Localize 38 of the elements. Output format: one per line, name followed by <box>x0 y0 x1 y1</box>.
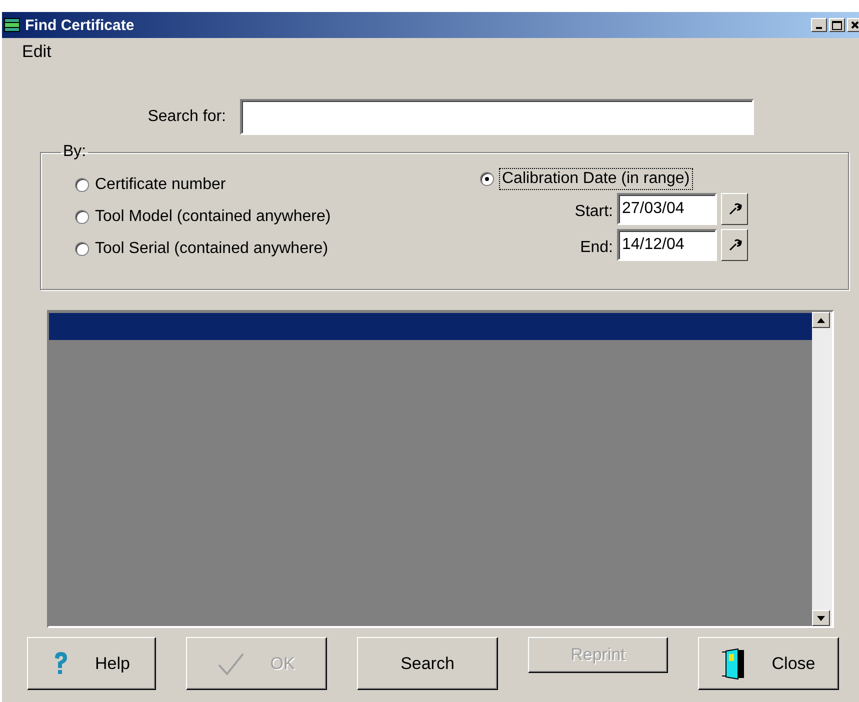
close-button[interactable] <box>847 18 859 32</box>
question-mark-icon <box>53 650 70 676</box>
wrench-icon <box>728 238 742 252</box>
picker-button[interactable] <box>721 193 748 225</box>
menu-item[interactable]: Edit <box>22 42 52 62</box>
field-label: End: <box>580 239 613 257</box>
close-button[interactable]: Close <box>698 637 839 690</box>
wrench-icon <box>728 202 742 216</box>
radio-label[interactable]: Calibration Date (in range) <box>500 169 692 189</box>
date-field[interactable]: 27/03/04 <box>617 193 717 225</box>
down-arrow-icon <box>817 616 825 620</box>
close-icon <box>851 21 859 29</box>
maximize-icon <box>832 20 842 30</box>
radio-label[interactable]: Certificate number <box>95 176 226 194</box>
scrollbar[interactable] <box>812 312 832 626</box>
radio-label[interactable]: Tool Serial (contained anywhere) <box>95 240 328 258</box>
up-arrow-icon <box>817 318 825 322</box>
date-field[interactable]: 14/12/04 <box>617 229 717 261</box>
radio-button[interactable] <box>75 242 89 256</box>
minimize-button[interactable] <box>811 18 827 32</box>
door-icon <box>722 648 746 680</box>
field-label: Search for: <box>146 108 227 126</box>
picker-button[interactable] <box>721 229 748 261</box>
app-icon <box>4 18 20 32</box>
radio-button[interactable] <box>75 178 89 192</box>
help-button[interactable]: Help <box>27 637 156 690</box>
checkmark-icon <box>218 652 244 676</box>
group-label: By: <box>62 143 88 161</box>
radio-button[interactable] <box>75 210 89 224</box>
radio-button[interactable] <box>480 172 494 186</box>
maximize-button[interactable] <box>829 18 845 32</box>
field-label: Start: <box>574 203 613 221</box>
search-field[interactable] <box>240 99 754 135</box>
window-title: Find Certificate <box>25 16 136 34</box>
scroll-up-button[interactable] <box>812 312 830 328</box>
radio-label[interactable]: Tool Model (contained anywhere) <box>95 208 331 226</box>
scroll-down-button[interactable] <box>812 610 830 626</box>
search-button[interactable]: Search <box>357 637 498 690</box>
